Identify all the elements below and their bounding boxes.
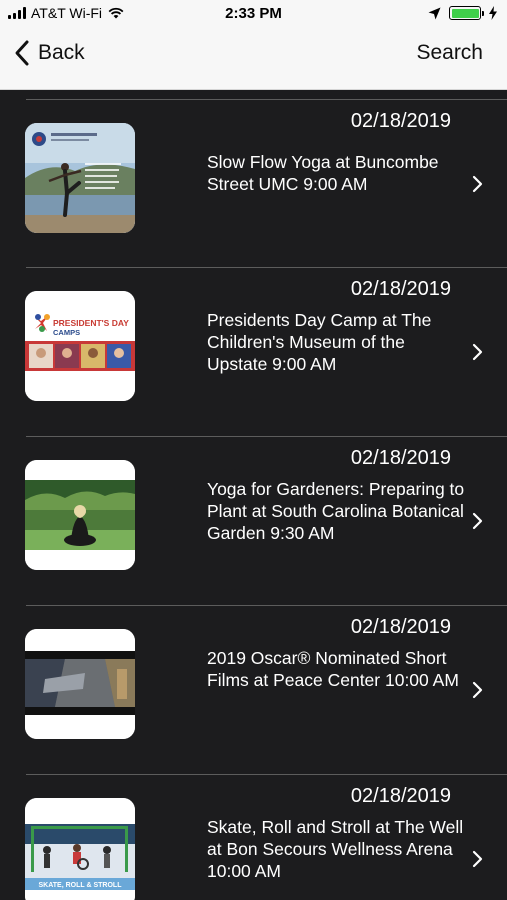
event-row[interactable]: 02/18/2019 Yoga for Gardeners: Preparing… (0, 436, 507, 604)
event-row[interactable]: 02/18/2019 SKATE, ROLL & STROLL Skate, R… (0, 774, 507, 900)
event-title: Slow Flow Yoga at Buncombe Street UMC 9:… (207, 152, 439, 194)
event-row[interactable]: 02/18/2019 PRESIDENT'S DAY CAMPS Preside… (0, 267, 507, 435)
event-date: 02/18/2019 (350, 278, 451, 300)
row-divider (26, 436, 507, 437)
event-title: Yoga for Gardeners: Preparing to Plant a… (207, 479, 465, 543)
event-row[interactable]: 02/18/2019 2019 Oscar® Nominated Short F… (0, 605, 507, 773)
event-date: 02/18/2019 (350, 447, 451, 469)
status-bar: AT&T Wi-Fi 2:33 PM (0, 0, 507, 28)
chevron-right-icon (472, 850, 483, 868)
row-divider (26, 605, 507, 606)
event-thumbnail-skate: SKATE, ROLL & STROLL (25, 798, 135, 900)
event-date: 02/18/2019 (350, 110, 451, 132)
chevron-right-icon (472, 343, 483, 361)
event-date: 02/18/2019 (350, 785, 451, 807)
battery-fill (451, 8, 479, 18)
thumb-camp-subtitle: CAMPS (53, 328, 80, 337)
thumb-skate-label: SKATE, ROLL & STROLL (39, 882, 123, 889)
event-thumbnail-presidents-day: PRESIDENT'S DAY CAMPS (25, 291, 135, 401)
chevron-right-icon (472, 681, 483, 699)
event-list[interactable]: 02/18/2019 Slow Flow Yoga at Buncombe St… (0, 90, 507, 900)
event-thumbnail-yoga (25, 123, 135, 233)
back-button[interactable]: Back (12, 38, 85, 68)
event-title: Presidents Day Camp at The Children's Mu… (207, 310, 432, 374)
status-right (428, 6, 497, 20)
event-title: Skate, Roll and Stroll at The Well at Bo… (207, 817, 464, 881)
row-divider (26, 267, 507, 268)
back-label: Back (38, 41, 85, 64)
row-divider (26, 99, 507, 100)
event-thumbnail-oscar-films (25, 629, 135, 739)
event-date: 02/18/2019 (350, 616, 451, 638)
search-button[interactable]: Search (416, 41, 483, 65)
thumb-camp-title: PRESIDENT'S DAY (53, 318, 129, 328)
chevron-left-icon (15, 40, 29, 66)
location-arrow-icon (428, 7, 441, 19)
charging-bolt-icon (489, 6, 497, 20)
chevron-right-icon (472, 512, 483, 530)
battery-icon (449, 6, 484, 20)
battery-tip (482, 11, 484, 16)
event-title: 2019 Oscar® Nominated Short Films at Pea… (207, 648, 459, 690)
event-row[interactable]: 02/18/2019 Slow Flow Yoga at Buncombe St… (0, 99, 507, 267)
navigation-bar: Back Search (0, 28, 507, 90)
event-thumbnail-garden-yoga (25, 460, 135, 570)
row-divider (26, 774, 507, 775)
chevron-right-icon (472, 175, 483, 193)
